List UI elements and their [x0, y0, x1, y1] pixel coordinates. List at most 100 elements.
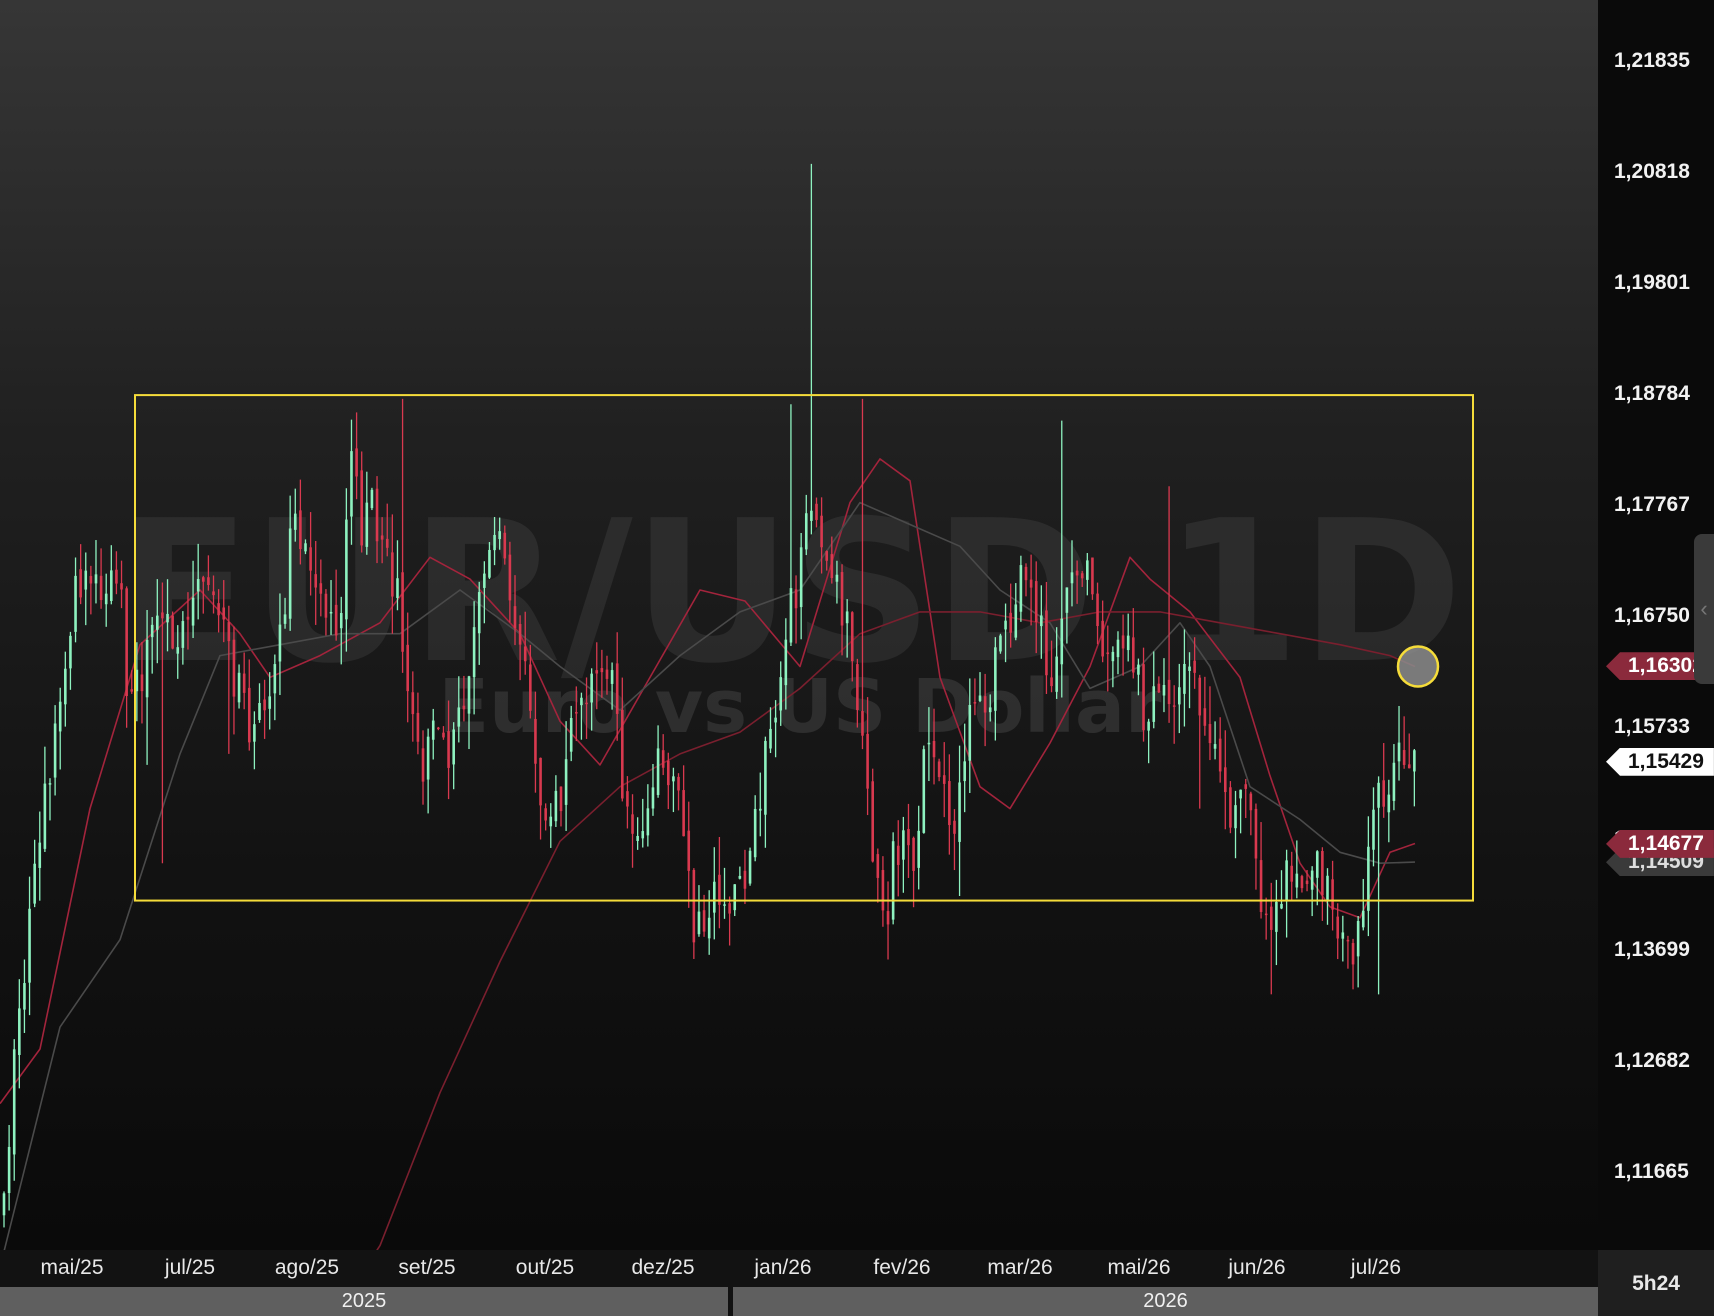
- price-label: 1,15429: [1606, 747, 1714, 776]
- candle-body: [1040, 615, 1043, 627]
- candle-body: [201, 577, 205, 582]
- candle-body: [753, 808, 757, 858]
- price-chart[interactable]: EUR/USD 1D Euro vs US Dollar: [0, 0, 1598, 1250]
- candle-body: [7, 1146, 11, 1194]
- candle-body: [1142, 664, 1145, 731]
- candle-body: [942, 775, 946, 784]
- candle-body: [733, 884, 737, 911]
- candle-body: [1315, 851, 1319, 878]
- candle-body: [242, 673, 246, 693]
- candle-body: [416, 712, 420, 742]
- candle-body: [1402, 750, 1406, 765]
- chart-window: EUR/USD 1D Euro vs US Dollar 1,21835 1,20…: [0, 0, 1714, 1316]
- candle-body: [641, 831, 645, 839]
- candle-body: [1331, 879, 1334, 910]
- candle-body: [1229, 787, 1232, 828]
- candle-body: [1300, 876, 1304, 889]
- candle-body: [743, 870, 747, 889]
- price-tick-label: 1,12682: [1614, 1048, 1690, 1072]
- candle-body: [222, 607, 226, 620]
- candle-body: [559, 786, 563, 812]
- candle-body: [1361, 910, 1365, 928]
- candle-body: [1321, 851, 1324, 896]
- candle-body: [319, 583, 323, 594]
- candle-body: [477, 592, 481, 634]
- candle-body: [498, 531, 501, 540]
- candle-body: [1024, 566, 1028, 581]
- candle-timer: 5h24: [1598, 1250, 1714, 1316]
- candle-body: [621, 709, 624, 799]
- collapse-panel-handle[interactable]: ‹: [1694, 534, 1714, 684]
- candle-body: [426, 736, 430, 780]
- candle-body: [748, 850, 752, 884]
- candle-body: [988, 707, 992, 713]
- candle-body: [569, 717, 573, 752]
- candle-body: [656, 748, 660, 795]
- candle-body: [1070, 572, 1074, 584]
- candle-body: [304, 543, 307, 552]
- candle-body: [682, 790, 685, 837]
- candle-body: [503, 532, 507, 559]
- candle-body: [973, 702, 977, 704]
- price-label: 1,14677: [1606, 829, 1714, 858]
- candle-body: [1014, 604, 1018, 638]
- candle-body: [1280, 904, 1283, 909]
- candle-body: [978, 695, 982, 701]
- candle-body: [1004, 620, 1007, 630]
- candle-body: [391, 552, 394, 597]
- candle-body: [43, 783, 47, 849]
- time-tick-label: jun/26: [1228, 1256, 1286, 1279]
- candle-body: [120, 583, 123, 590]
- time-axis[interactable]: mai/25 jul/25 ago/25 set/25 out/25 dez/25 jan/…: [0, 1250, 1598, 1285]
- candle-body: [835, 574, 839, 582]
- candle-body: [600, 668, 604, 673]
- candle-body: [1106, 652, 1110, 655]
- candle-body: [283, 614, 287, 624]
- candle-body: [769, 728, 772, 749]
- candle-body: [912, 837, 915, 871]
- candle-body: [89, 575, 93, 584]
- candle-body: [774, 717, 777, 723]
- price-axis[interactable]: 1,21835 1,20818 1,19801 1,18784 1,17767 1,167…: [1598, 0, 1714, 1250]
- candle-body: [779, 677, 783, 711]
- candle-body: [1356, 921, 1360, 957]
- plot-area[interactable]: EUR/USD 1D Euro vs US Dollar: [0, 0, 1598, 1250]
- time-tick-label: mai/25: [40, 1256, 104, 1279]
- candle-body: [585, 702, 588, 705]
- candle-body: [452, 729, 455, 765]
- candle-body: [1198, 677, 1202, 716]
- candle-body: [580, 697, 583, 706]
- candle-body: [738, 875, 742, 879]
- candle-body: [615, 663, 619, 714]
- year-label: 2026: [733, 1287, 1598, 1316]
- candle-body: [1178, 687, 1181, 705]
- candle-body: [48, 783, 52, 785]
- time-tick-label: set/25: [398, 1256, 456, 1279]
- candle-body: [18, 1008, 21, 1055]
- candle-body: [493, 534, 496, 551]
- chevron-left-icon: ‹: [1700, 596, 1708, 621]
- candle-body: [1137, 664, 1140, 675]
- candle-body: [462, 705, 466, 710]
- candle-body: [1377, 782, 1380, 808]
- candle-body: [1075, 570, 1079, 576]
- candle-body: [442, 732, 445, 738]
- candle-body: [227, 622, 231, 642]
- candle-body: [677, 776, 680, 791]
- candle-body: [523, 646, 527, 662]
- candle-body: [789, 588, 793, 643]
- candle-body: [881, 870, 885, 911]
- candle-body: [845, 611, 849, 624]
- candle-body: [697, 911, 701, 935]
- candle-body: [784, 639, 788, 686]
- candle-body: [1034, 581, 1038, 622]
- candle-body: [1244, 784, 1248, 789]
- time-tick-label: jan/26: [754, 1256, 812, 1279]
- candle-body: [667, 760, 670, 786]
- price-tick-label: 1,13699: [1614, 937, 1690, 961]
- candle-body: [268, 696, 272, 709]
- candle-body: [1351, 943, 1355, 965]
- candle-body: [626, 791, 629, 807]
- candle-body: [1152, 686, 1156, 722]
- candle-body: [1336, 916, 1340, 939]
